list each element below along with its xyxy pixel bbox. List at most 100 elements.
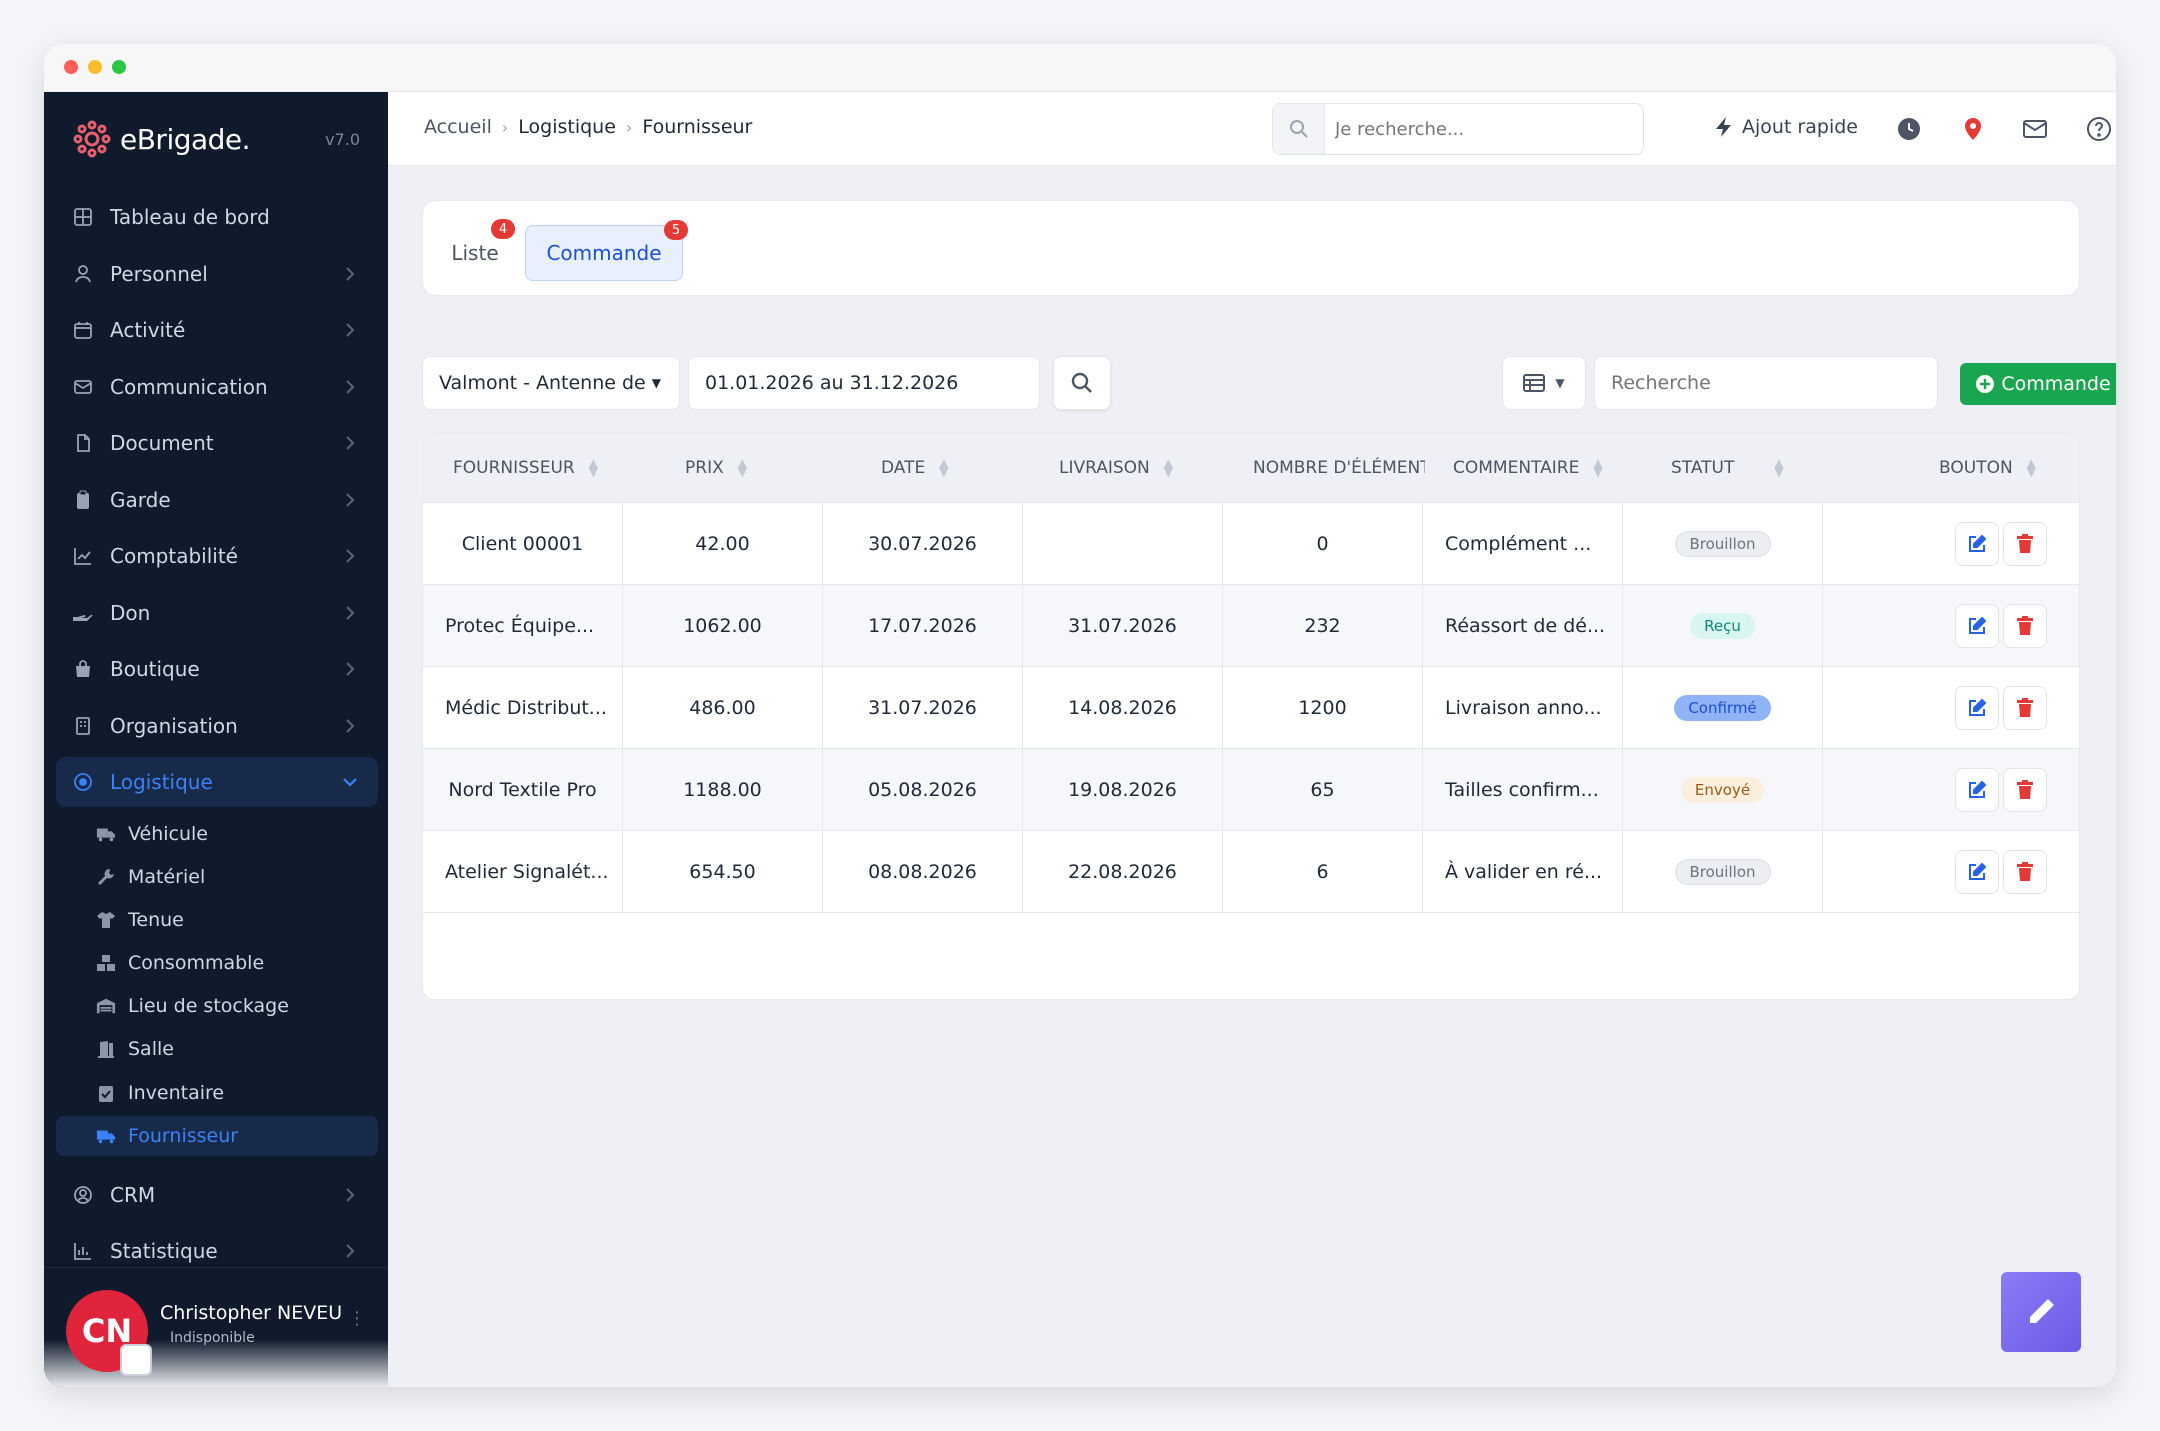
sidebar-item-organisation[interactable]: Organisation xyxy=(56,701,378,751)
date-range-input[interactable]: 01.01.2026 au 31.12.2026 xyxy=(688,356,1040,410)
search-icon[interactable] xyxy=(1273,104,1325,154)
sidebar-item-don[interactable]: Don xyxy=(56,588,378,638)
table-row[interactable]: Atelier Signalét... 654.50 08.08.2026 22.08… xyxy=(423,831,2079,913)
clock-icon[interactable] xyxy=(1894,114,1924,144)
tab-liste[interactable]: Liste 4 xyxy=(441,219,515,281)
app-logo[interactable]: eBrigade. xyxy=(72,118,251,160)
column-header-statut[interactable]: STATUT ▲ ▼ xyxy=(1671,433,1784,503)
delete-button[interactable] xyxy=(2003,604,2047,648)
maximize-window-button[interactable] xyxy=(112,60,126,74)
date-search-button[interactable] xyxy=(1053,356,1111,410)
column-header-bouton[interactable]: BOUTON ▲ ▼ xyxy=(1939,433,2037,503)
breadcrumb-logistique[interactable]: Logistique xyxy=(518,116,616,138)
sidebar-item-comptabilite[interactable]: Comptabilité xyxy=(56,531,378,581)
cell-statut: Brouillon xyxy=(1623,831,1823,913)
table-search-input[interactable] xyxy=(1611,372,1921,394)
sidebar-subitem-fournisseur[interactable]: Fournisseur xyxy=(56,1115,378,1156)
sidebar-item-boutique[interactable]: Boutique xyxy=(56,644,378,694)
app-window: eBrigade. v7.0 Tableau de bord Personnel… xyxy=(44,44,2116,1387)
edit-button[interactable] xyxy=(1955,604,1999,648)
sidebar-subitem-materiel[interactable]: Matériel xyxy=(56,857,378,897)
edit-button[interactable] xyxy=(1955,686,1999,730)
breadcrumb: Accueil › Logistique › Fournisseur xyxy=(424,116,752,138)
sort-icon[interactable]: ▲ ▼ xyxy=(1164,457,1174,478)
sort-icon[interactable]: ▲ ▼ xyxy=(589,457,599,478)
sidebar-subitem-lieu-de-stockage[interactable]: Lieu de stockage xyxy=(56,986,378,1026)
delete-button[interactable] xyxy=(2003,522,2047,566)
breadcrumb-current: Fournisseur xyxy=(642,116,753,138)
mail-icon[interactable] xyxy=(2020,114,2050,144)
sidebar-subitem-vehicule[interactable]: Véhicule xyxy=(56,814,378,854)
cell-prix: 42.00 xyxy=(623,503,823,585)
more-vertical-icon[interactable]: ⋮ xyxy=(348,1308,366,1329)
sidebar-subitem-consommable[interactable]: Consommable xyxy=(56,943,378,983)
column-header-fournisseur[interactable]: FOURNISSEUR ▲ ▼ xyxy=(453,433,599,503)
sidebar-item-crm[interactable]: CRM xyxy=(56,1170,378,1220)
column-label: PRIX xyxy=(685,458,724,478)
sort-icon[interactable]: ▲ ▼ xyxy=(939,457,949,478)
sidebar-item-personnel[interactable]: Personnel xyxy=(56,249,378,299)
table-row[interactable]: Client 00001 42.00 30.07.2026 0 Complément .… xyxy=(423,503,2079,585)
edit-button[interactable] xyxy=(1955,522,1999,566)
delete-button[interactable] xyxy=(2003,850,2047,894)
top-bar: Accueil › Logistique › Fournisseur Ajout… xyxy=(388,92,2116,166)
delete-button[interactable] xyxy=(2003,686,2047,730)
cell-prix: 1062.00 xyxy=(623,585,823,667)
cell-text: 31.07.2026 xyxy=(1068,615,1177,637)
new-commande-label: Commande xyxy=(2001,373,2111,395)
column-toggle-button[interactable]: ▼ xyxy=(1502,356,1586,410)
edit-button[interactable] xyxy=(1955,768,1999,812)
tab-label: Liste xyxy=(451,241,499,265)
column-header-prix[interactable]: PRIX ▲ ▼ xyxy=(685,433,748,503)
help-icon[interactable] xyxy=(2084,114,2114,144)
delete-button[interactable] xyxy=(2003,768,2047,812)
sidebar-item-activite[interactable]: Activité xyxy=(56,305,378,355)
cell-text: Tailles confirm... xyxy=(1445,779,1599,801)
tab-commande[interactable]: Commande 5 xyxy=(525,220,688,281)
search-icon xyxy=(1071,372,1092,393)
column-header-date[interactable]: DATE ▲ ▼ xyxy=(881,433,949,503)
feedback-button[interactable] xyxy=(2001,1272,2081,1352)
user-panel[interactable]: CN Christopher NEVEU Indisponible ⋮ xyxy=(44,1267,388,1387)
calendar-icon xyxy=(72,319,94,341)
table-row[interactable]: Médic Distribut... 486.00 31.07.2026 14.08.… xyxy=(423,667,2079,749)
breadcrumb-home[interactable]: Accueil xyxy=(424,116,492,138)
sidebar-subitem-tenue[interactable]: Tenue xyxy=(56,900,378,940)
column-label: DATE xyxy=(881,458,926,478)
sort-icon[interactable]: ▲ ▼ xyxy=(2027,457,2037,478)
status-edit-icon[interactable] xyxy=(120,1344,152,1376)
sidebar-item-communication[interactable]: Communication xyxy=(56,362,378,412)
sort-icon[interactable]: ▲ ▼ xyxy=(1774,457,1784,478)
sidebar-subitem-inventaire[interactable]: Inventaire xyxy=(56,1073,378,1113)
map-pin-icon[interactable] xyxy=(1958,114,1988,144)
cell-text: 42.00 xyxy=(695,533,750,555)
global-search-input[interactable] xyxy=(1335,116,1625,142)
sort-icon[interactable]: ▲ ▼ xyxy=(738,457,748,478)
close-window-button[interactable] xyxy=(64,60,78,74)
sidebar-item-logistique[interactable]: Logistique xyxy=(56,757,378,807)
sidebar-item-garde[interactable]: Garde xyxy=(56,475,378,525)
table-row[interactable]: Protec Équipe... 1062.00 17.07.2026 31.07.2… xyxy=(423,585,2079,667)
table-row[interactable]: Nord Textile Pro 1188.00 05.08.2026 19.08.2… xyxy=(423,749,2079,831)
quick-add-button[interactable]: Ajout rapide xyxy=(1714,116,1858,138)
date-range-value: 01.01.2026 au 31.12.2026 xyxy=(705,372,959,394)
cell-prix: 654.50 xyxy=(623,831,823,913)
sidebar-item-document[interactable]: Document xyxy=(56,418,378,468)
minimize-window-button[interactable] xyxy=(88,60,102,74)
column-header-livraison[interactable]: LIVRAISON ▲ ▼ xyxy=(1059,433,1174,503)
new-commande-button[interactable]: Commande xyxy=(1960,363,2116,405)
logistique-submenu: Véhicule Matériel Tenue Consommable Lieu… xyxy=(56,814,378,1156)
cell-text: 08.08.2026 xyxy=(868,861,977,883)
edit-button[interactable] xyxy=(1955,850,1999,894)
column-header-nombre[interactable]: NOMBRE D'ÉLÉMENTS xyxy=(1253,433,1425,503)
column-header-commentaire[interactable]: COMMENTAIRE ▲ ▼ xyxy=(1453,433,1603,503)
section-select[interactable]: Valmont - Antenne de ▼ xyxy=(422,356,680,410)
boxes-icon xyxy=(96,953,116,973)
sort-icon[interactable]: ▲ ▼ xyxy=(1593,457,1603,478)
sidebar-subitem-salle[interactable]: Salle xyxy=(56,1029,378,1069)
section-select-value: Valmont - Antenne de xyxy=(439,372,646,394)
chevron-right-icon xyxy=(340,320,360,340)
sidebar-item-tableau-de-bord[interactable]: Tableau de bord xyxy=(56,192,378,242)
edit-icon xyxy=(1969,616,1987,634)
trash-icon xyxy=(2017,698,2033,717)
